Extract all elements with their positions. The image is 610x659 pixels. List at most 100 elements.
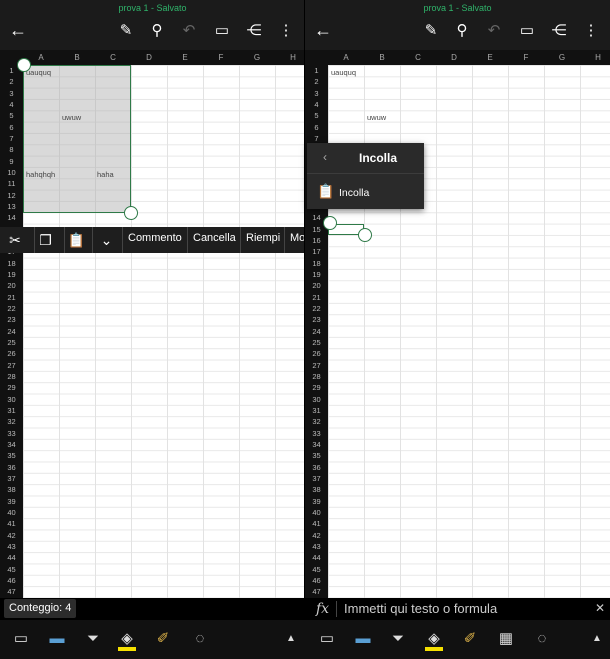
cell-b5[interactable]: uwuw xyxy=(62,113,81,122)
row-header[interactable]: 40 xyxy=(0,507,23,518)
paste-option[interactable]: 📋 Incolla xyxy=(317,183,369,200)
chevron-down-icon[interactable]: ⌄ xyxy=(92,227,120,253)
formula-input[interactable]: Immetti qui testo o formula xyxy=(344,598,497,620)
row-header[interactable]: 20 xyxy=(305,280,328,291)
row-header[interactable]: 1 xyxy=(305,65,328,76)
filter-icon[interactable]: ⏷ xyxy=(82,628,104,650)
row-header[interactable]: 41 xyxy=(305,518,328,529)
share-icon[interactable]: ⋲ xyxy=(243,20,265,42)
row-header[interactable]: 23 xyxy=(305,314,328,325)
search-icon[interactable]: ⚲ xyxy=(146,20,168,42)
row-header[interactable]: 18 xyxy=(305,258,328,269)
row-header[interactable]: 28 xyxy=(305,371,328,382)
lightbulb-icon[interactable]: ◌ xyxy=(189,628,211,650)
column-header[interactable]: B xyxy=(59,50,95,65)
row-header[interactable]: 19 xyxy=(0,269,23,280)
row-header[interactable]: 21 xyxy=(305,292,328,303)
column-header[interactable]: C xyxy=(400,50,436,65)
row-header[interactable]: 22 xyxy=(305,303,328,314)
row-header[interactable]: 7 xyxy=(0,133,23,144)
row-header[interactable]: 37 xyxy=(0,473,23,484)
sheet-icon[interactable]: ▬ xyxy=(46,628,68,650)
menu-item-more[interactable]: Mo xyxy=(284,227,305,253)
screen-icon[interactable]: ▭ xyxy=(316,628,338,650)
row-header[interactable]: 3 xyxy=(0,88,23,99)
more-icon[interactable]: ⋮ xyxy=(580,20,602,42)
back-arrow-icon[interactable]: ← xyxy=(9,20,27,41)
row-header[interactable]: 24 xyxy=(305,326,328,337)
row-header[interactable]: 35 xyxy=(0,450,23,461)
table-icon[interactable]: ▦ xyxy=(495,628,517,650)
column-header[interactable]: E xyxy=(472,50,508,65)
row-header[interactable]: 16 xyxy=(305,235,328,246)
comment-icon[interactable]: ▭ xyxy=(211,20,233,42)
cut-icon[interactable]: ✂ xyxy=(4,227,26,253)
column-header[interactable]: B xyxy=(364,50,400,65)
row-header[interactable]: 31 xyxy=(305,405,328,416)
cell-a1[interactable]: uauquq xyxy=(26,68,51,77)
row-header[interactable]: 22 xyxy=(0,303,23,314)
row-header[interactable]: 41 xyxy=(0,518,23,529)
search-icon[interactable]: ⚲ xyxy=(451,20,473,42)
row-header[interactable]: 17 xyxy=(305,246,328,257)
row-header[interactable]: 11 xyxy=(0,178,23,189)
chevron-up-icon[interactable]: ▲ xyxy=(586,628,608,650)
column-header[interactable]: C xyxy=(95,50,131,65)
cell-a10[interactable]: hahqhqh xyxy=(26,170,55,179)
row-header[interactable]: 21 xyxy=(0,292,23,303)
column-header[interactable]: G xyxy=(544,50,580,65)
lightbulb-icon[interactable]: ◌ xyxy=(531,628,553,650)
row-header[interactable]: 44 xyxy=(305,552,328,563)
row-header[interactable]: 35 xyxy=(305,450,328,461)
cell-a1[interactable]: uauquq xyxy=(331,68,356,77)
row-header[interactable]: 31 xyxy=(0,405,23,416)
row-header[interactable]: 32 xyxy=(305,416,328,427)
row-header[interactable]: 25 xyxy=(0,337,23,348)
column-header[interactable]: H xyxy=(580,50,610,65)
row-header[interactable]: 36 xyxy=(0,462,23,473)
row-header[interactable]: 5 xyxy=(0,110,23,121)
row-header[interactable]: 43 xyxy=(305,541,328,552)
row-header[interactable]: 27 xyxy=(0,360,23,371)
share-icon[interactable]: ⋲ xyxy=(548,20,570,42)
row-header[interactable]: 8 xyxy=(0,144,23,155)
row-header[interactable]: 38 xyxy=(0,484,23,495)
row-header[interactable]: 12 xyxy=(0,190,23,201)
row-header[interactable]: 30 xyxy=(305,394,328,405)
column-header[interactable]: A xyxy=(328,50,364,65)
row-header[interactable]: 2 xyxy=(0,76,23,87)
row-header[interactable]: 32 xyxy=(0,416,23,427)
format-brush-icon[interactable]: ✐ xyxy=(152,628,174,650)
row-header[interactable]: 39 xyxy=(0,496,23,507)
row-header[interactable]: 45 xyxy=(0,564,23,575)
pen-icon[interactable]: ✎ xyxy=(420,20,442,42)
row-header[interactable]: 47 xyxy=(0,586,23,597)
row-header[interactable]: 42 xyxy=(305,530,328,541)
row-header[interactable]: 20 xyxy=(0,280,23,291)
row-header[interactable]: 36 xyxy=(305,462,328,473)
column-header[interactable]: D xyxy=(436,50,472,65)
column-header[interactable]: G xyxy=(239,50,275,65)
screen-icon[interactable]: ▭ xyxy=(10,628,32,650)
selection-handle-start[interactable] xyxy=(17,58,31,72)
row-header[interactable]: 6 xyxy=(0,122,23,133)
row-header[interactable]: 43 xyxy=(0,541,23,552)
row-header[interactable]: 4 xyxy=(305,99,328,110)
column-header[interactable]: H xyxy=(275,50,305,65)
row-header[interactable]: 29 xyxy=(0,382,23,393)
row-header[interactable]: 26 xyxy=(0,348,23,359)
paste-icon[interactable]: 📋 xyxy=(64,227,88,253)
selection-handle-end[interactable] xyxy=(358,228,372,242)
row-header[interactable]: 9 xyxy=(0,156,23,167)
row-header[interactable]: 25 xyxy=(305,337,328,348)
row-header[interactable]: 44 xyxy=(0,552,23,563)
row-header[interactable]: 19 xyxy=(305,269,328,280)
row-header[interactable]: 33 xyxy=(305,428,328,439)
fx-icon[interactable]: fx xyxy=(316,598,329,620)
cell-c10[interactable]: haha xyxy=(97,170,114,179)
row-header[interactable]: 3 xyxy=(305,88,328,99)
row-header[interactable]: 40 xyxy=(305,507,328,518)
row-header[interactable]: 47 xyxy=(305,586,328,597)
back-arrow-icon[interactable]: ← xyxy=(314,20,332,41)
column-header[interactable]: F xyxy=(203,50,239,65)
